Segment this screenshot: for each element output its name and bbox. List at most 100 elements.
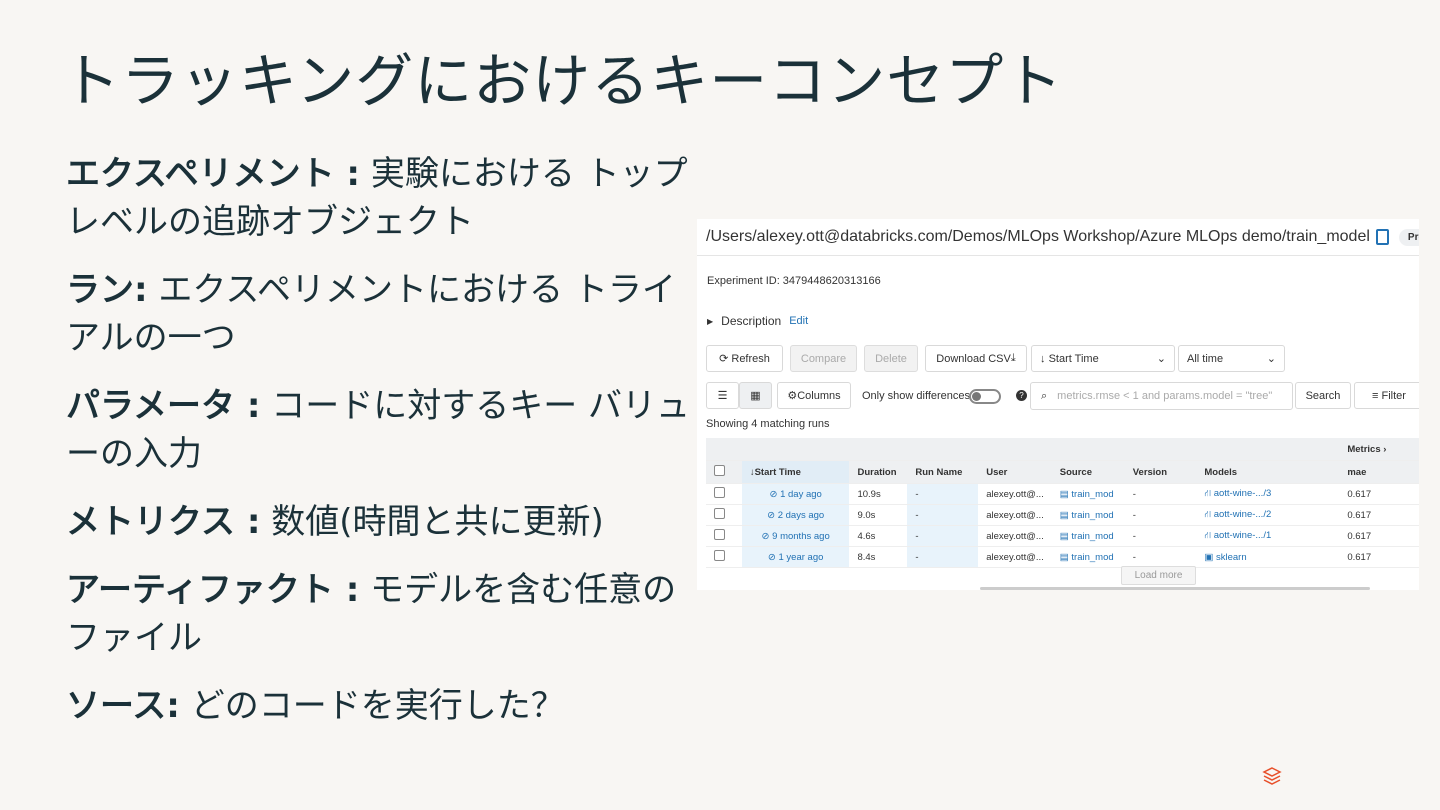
table-row[interactable]: ⊘ 2 days ago 9.0s - alexey.ott@... ▤ tra… bbox=[706, 504, 1419, 526]
description-label[interactable]: Description bbox=[721, 314, 781, 328]
preview-badge: Preview bbox=[1398, 228, 1419, 246]
run-model-link[interactable]: ▣ sklearn bbox=[1196, 546, 1340, 568]
run-duration: 10.9s bbox=[849, 483, 908, 505]
slide-title: トラッキングにおけるキーコンセプト bbox=[62, 47, 1064, 115]
flavor-icon: ▣ bbox=[1204, 551, 1214, 563]
run-source-link[interactable]: ▤ train_mod bbox=[1051, 546, 1125, 568]
run-version: - bbox=[1124, 525, 1197, 547]
row-checkbox[interactable] bbox=[714, 487, 725, 498]
matching-runs-count: Showing 4 matching runs bbox=[706, 418, 830, 430]
run-version: - bbox=[1124, 546, 1197, 568]
run-user: alexey.ott@... bbox=[978, 483, 1052, 505]
divider bbox=[697, 255, 1419, 256]
column-header-version[interactable]: Version bbox=[1124, 460, 1197, 484]
column-header-models[interactable]: Models bbox=[1196, 460, 1340, 484]
run-duration: 9.0s bbox=[849, 504, 908, 526]
concept-term: ラン: bbox=[66, 270, 148, 310]
column-header-user[interactable]: User bbox=[978, 460, 1052, 484]
column-header-duration[interactable]: Duration bbox=[849, 460, 908, 484]
concept-metrics: メトリクス : 数値(時間と共に更新) bbox=[66, 498, 706, 546]
edit-link[interactable]: Edit bbox=[789, 315, 808, 327]
concept-desc: どのコードを実行した？ bbox=[190, 686, 565, 726]
table-view-icon[interactable]: ▦ bbox=[739, 382, 772, 409]
run-source-link[interactable]: ▤ train_mod bbox=[1051, 525, 1125, 547]
databricks-logo-icon bbox=[1262, 767, 1282, 785]
run-source-link[interactable]: ▤ train_mod bbox=[1051, 504, 1125, 526]
row-checkbox[interactable] bbox=[714, 550, 725, 561]
run-start-time-link[interactable]: ⊘ 2 days ago bbox=[741, 504, 850, 526]
run-start-time-link[interactable]: ⊘ 9 months ago bbox=[741, 525, 850, 547]
time-range-value: All time bbox=[1187, 352, 1224, 365]
columns-button[interactable]: ⚙ Columns bbox=[777, 382, 851, 409]
run-version: - bbox=[1124, 483, 1197, 505]
run-start-time-link[interactable]: ⊘ 1 day ago bbox=[741, 483, 850, 505]
only-show-differences-label: Only show differences bbox=[862, 390, 971, 402]
help-icon[interactable]: ? bbox=[1016, 390, 1027, 401]
experiment-path: /Users/alexey.ott@databricks.com/Demos/M… bbox=[706, 228, 1419, 246]
table-row[interactable]: ⊘ 9 months ago 4.6s - alexey.ott@... ▤ t… bbox=[706, 525, 1419, 547]
concept-term: エクスペリメント : bbox=[66, 154, 361, 194]
metric-mae: 0.617 bbox=[1339, 504, 1419, 526]
experiment-path-text: /Users/alexey.ott@databricks.com/Demos/M… bbox=[706, 228, 1370, 245]
metrics-group-header[interactable]: Metrics › bbox=[1339, 438, 1419, 461]
run-user: alexey.ott@... bbox=[978, 504, 1052, 526]
run-duration: 8.4s bbox=[849, 546, 908, 568]
runs-table: Metrics › ↓Start Time Duration Run Name … bbox=[706, 438, 1419, 568]
columns-label: Columns bbox=[797, 389, 841, 402]
table-row[interactable]: ⊘ 1 year ago 8.4s - alexey.ott@... ▤ tra… bbox=[706, 546, 1419, 568]
column-header-source[interactable]: Source bbox=[1051, 460, 1125, 484]
run-source-link[interactable]: ▤ train_mod bbox=[1051, 483, 1125, 505]
concept-term: ソース: bbox=[66, 686, 180, 726]
concept-term: パラメータ : bbox=[66, 386, 261, 426]
description-row: ▶ Description Edit bbox=[707, 314, 808, 328]
run-name: - bbox=[907, 504, 979, 526]
run-name: - bbox=[907, 483, 979, 505]
model-icon: ⛙ bbox=[1204, 530, 1212, 541]
table-header-row: ↓Start Time Duration Run Name User Sourc… bbox=[706, 460, 1419, 484]
sort-select[interactable]: ↓ Start Time ⌄ bbox=[1031, 345, 1175, 372]
run-model-link[interactable]: ⛙ aott-wine-.../3 bbox=[1196, 483, 1340, 505]
model-icon: ⛙ bbox=[1204, 488, 1212, 499]
expand-triangle-icon[interactable]: ▶ bbox=[707, 317, 713, 326]
table-row[interactable]: ⊘ 1 day ago 10.9s - alexey.ott@... ▤ tra… bbox=[706, 483, 1419, 505]
metric-mae: 0.617 bbox=[1339, 483, 1419, 505]
run-model-link[interactable]: ⛙ aott-wine-.../2 bbox=[1196, 504, 1340, 526]
model-icon: ⛙ bbox=[1204, 509, 1212, 520]
notebook-icon: ▤ bbox=[1059, 509, 1069, 521]
compare-button[interactable]: Compare bbox=[790, 345, 857, 372]
download-label: Download CSV bbox=[936, 352, 1011, 365]
column-header-run-name[interactable]: Run Name bbox=[907, 460, 979, 484]
run-user: alexey.ott@... bbox=[978, 546, 1052, 568]
concept-experiment: エクスペリメント : 実験における トップレベルの追跡オブジェクト bbox=[66, 150, 706, 246]
run-model-link[interactable]: ⛙ aott-wine-.../1 bbox=[1196, 525, 1340, 547]
horizontal-scrollbar[interactable] bbox=[980, 587, 1370, 590]
time-range-select[interactable]: All time ⌄ bbox=[1178, 345, 1285, 372]
select-all-checkbox[interactable] bbox=[714, 465, 725, 476]
concept-list: エクスペリメント : 実験における トップレベルの追跡オブジェクト ラン: エク… bbox=[66, 150, 706, 750]
search-button[interactable]: Search bbox=[1295, 382, 1351, 409]
chevron-down-icon: ⌄ bbox=[1156, 353, 1166, 365]
run-version: - bbox=[1124, 504, 1197, 526]
run-duration: 4.6s bbox=[849, 525, 908, 547]
concept-source: ソース: どのコードを実行した？ bbox=[66, 682, 706, 730]
list-view-icon[interactable]: ☰ bbox=[706, 382, 739, 409]
delete-button[interactable]: Delete bbox=[864, 345, 918, 372]
refresh-button[interactable]: ⟳ Refresh bbox=[706, 345, 783, 372]
load-more-button[interactable]: Load more bbox=[1121, 566, 1196, 585]
column-header-mae[interactable]: mae bbox=[1339, 460, 1419, 484]
differences-toggle[interactable] bbox=[969, 389, 1001, 404]
sort-value: ↓ Start Time bbox=[1040, 352, 1099, 365]
concept-term: アーティファクト : bbox=[66, 570, 360, 610]
search-input[interactable]: ⌕ metrics.rmse < 1 and params.model = "tr… bbox=[1030, 382, 1293, 410]
column-header-start-time[interactable]: ↓Start Time bbox=[741, 460, 850, 484]
run-start-time-link[interactable]: ⊘ 1 year ago bbox=[741, 546, 850, 568]
download-csv-button[interactable]: Download CSV ⤓ bbox=[925, 345, 1027, 372]
download-icon: ⤓ bbox=[1010, 352, 1016, 364]
filter-button[interactable]: ≡ Filter bbox=[1354, 382, 1419, 409]
copy-icon[interactable] bbox=[1375, 229, 1389, 245]
refresh-icon: ⟳ bbox=[719, 353, 729, 365]
row-checkbox[interactable] bbox=[714, 508, 725, 519]
notebook-icon: ▤ bbox=[1059, 551, 1069, 563]
search-icon: ⌕ bbox=[1041, 389, 1048, 402]
row-checkbox[interactable] bbox=[714, 529, 725, 540]
